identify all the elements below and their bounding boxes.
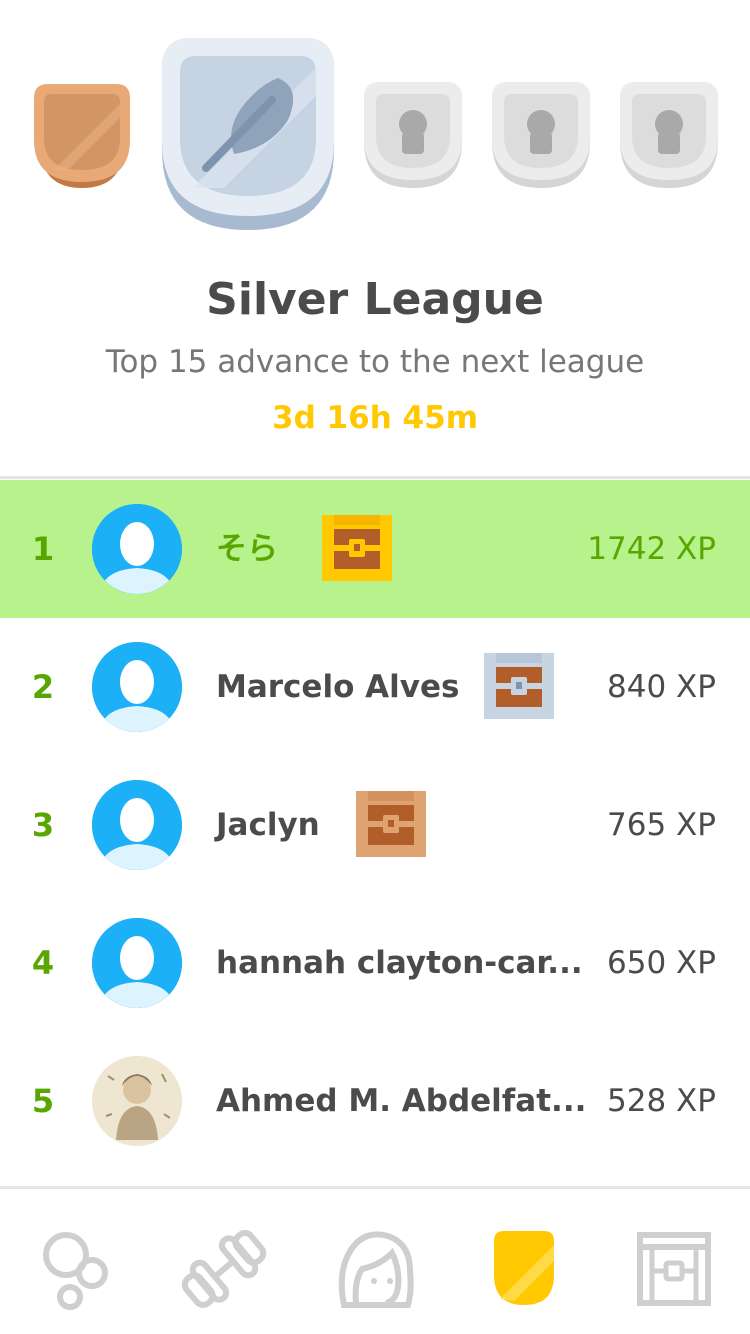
leaderboard-row[interactable]: 5 Ahmed M. Abdelfat... 528 XP	[0, 1032, 750, 1170]
rank-number: 2	[31, 668, 55, 706]
gold-chest-icon	[322, 515, 392, 581]
divider	[0, 476, 750, 479]
locked-league-badge	[364, 82, 462, 188]
username: Marcelo Alves	[216, 669, 460, 705]
xp-value: 840 XP	[607, 669, 716, 705]
username: hannah clayton-car...	[216, 945, 583, 981]
practice-tab-icon[interactable]	[174, 1217, 274, 1317]
avatar[interactable]	[92, 642, 182, 732]
username: Ahmed M. Abdelfat...	[216, 1083, 587, 1119]
learn-tab-icon[interactable]	[24, 1217, 124, 1317]
rank-number: 3	[31, 806, 55, 844]
avatar[interactable]	[92, 1056, 182, 1146]
avatar[interactable]	[92, 504, 182, 594]
leaderboard-row[interactable]: 1 そら 1742 XP	[0, 480, 750, 618]
bronze-chest-icon	[356, 791, 426, 857]
silver-chest-icon	[484, 653, 554, 719]
league-timer: 3d 16h 45m	[272, 400, 478, 436]
shop-tab-icon[interactable]	[624, 1217, 724, 1317]
xp-value: 650 XP	[607, 945, 716, 981]
league-badges	[0, 0, 750, 240]
rank-number: 5	[31, 1082, 55, 1120]
league-title: Silver League	[206, 274, 544, 325]
avatar[interactable]	[92, 780, 182, 870]
profile-tab-icon[interactable]	[326, 1217, 426, 1317]
leaderboard-row[interactable]: 2 Marcelo Alves 840 XP	[0, 618, 750, 756]
leaderboard-row[interactable]: 4 hannah clayton-car... 650 XP	[0, 894, 750, 1032]
locked-league-badge	[620, 82, 718, 188]
username: Jaclyn	[216, 807, 320, 843]
avatar[interactable]	[92, 918, 182, 1008]
rank-number: 4	[31, 944, 55, 982]
xp-value: 528 XP	[607, 1083, 716, 1119]
xp-value: 1742 XP	[587, 531, 716, 567]
silver-league-badge[interactable]	[162, 38, 334, 232]
xp-value: 765 XP	[607, 807, 716, 843]
bronze-league-badge[interactable]	[34, 84, 130, 190]
locked-league-badge	[492, 82, 590, 188]
leaderboard-tab-icon[interactable]	[474, 1217, 574, 1317]
leaderboard-list: 1 そら 1742 XP 2 Marcelo Alves 840 XP 3 Ja…	[0, 480, 750, 1170]
leaderboard-row[interactable]: 3 Jaclyn 765 XP	[0, 756, 750, 894]
username: そら	[216, 531, 278, 567]
bottom-nav	[0, 1186, 750, 1334]
league-subtitle: Top 15 advance to the next league	[105, 344, 645, 380]
rank-number: 1	[31, 530, 55, 568]
